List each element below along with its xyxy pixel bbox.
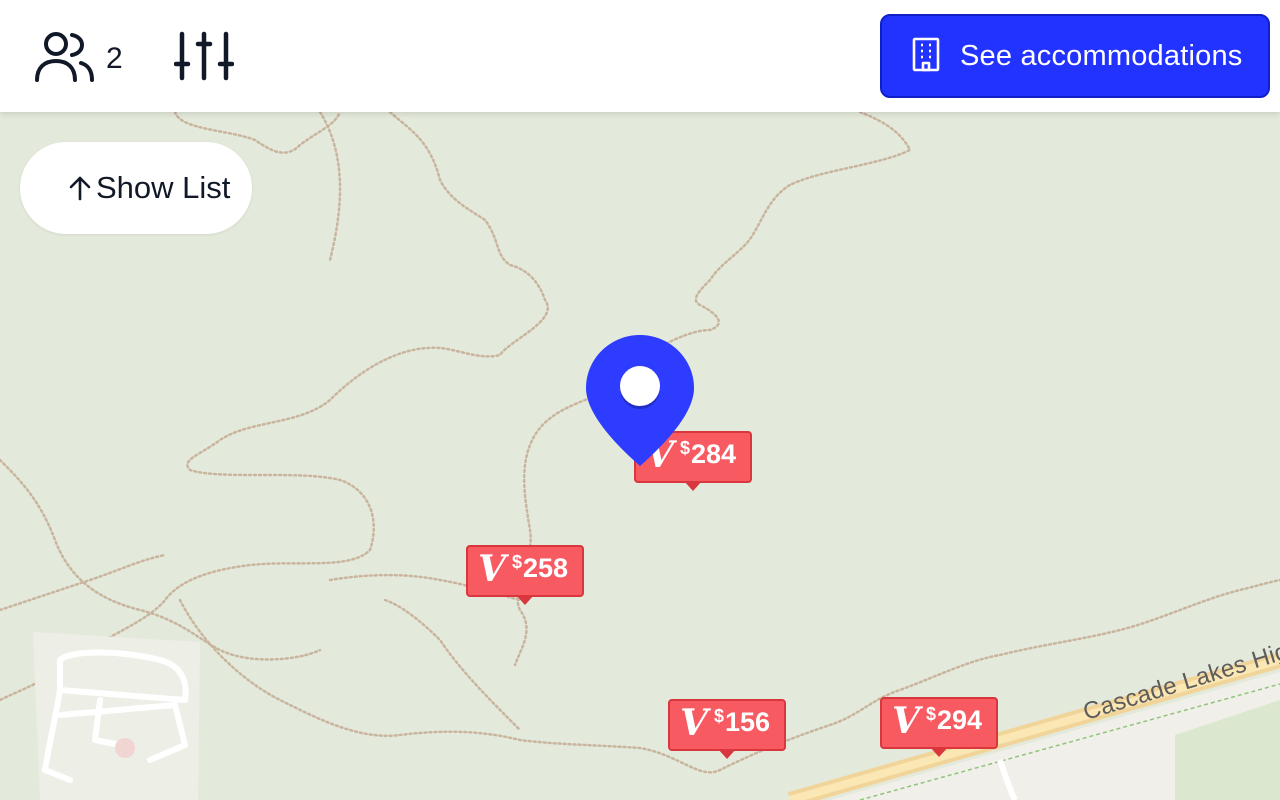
map-canvas[interactable]: Cascade Lakes Highway V $284 V $258 V $1… (0, 0, 1280, 800)
guests-button[interactable]: 2 (34, 30, 123, 89)
price-amount: $258 (511, 552, 569, 583)
vrbo-logo-icon: V (478, 548, 506, 590)
sliders-icon (173, 31, 235, 86)
price-marker[interactable]: V $258 (466, 545, 584, 605)
location-pin-icon[interactable] (584, 333, 696, 474)
price-amount: $156 (713, 706, 771, 737)
show-list-label: Show List (96, 170, 231, 205)
see-accommodations-label: See accommodations (960, 39, 1243, 72)
price-marker[interactable]: V $156 (668, 699, 786, 759)
building-icon (910, 36, 942, 77)
price-marker[interactable]: V $294 (880, 697, 998, 757)
vrbo-logo-icon: V (680, 702, 708, 744)
users-icon (34, 30, 96, 89)
show-list-button[interactable]: Show List (20, 142, 252, 234)
price-amount: $294 (925, 704, 983, 735)
see-accommodations-button[interactable]: See accommodations (880, 14, 1270, 98)
guests-count: 2 (106, 41, 123, 75)
filters-button[interactable] (173, 30, 235, 87)
vrbo-logo-icon: V (892, 700, 920, 742)
top-bar: 2 See accommodations (0, 0, 1280, 112)
arrow-up-icon (68, 175, 92, 201)
